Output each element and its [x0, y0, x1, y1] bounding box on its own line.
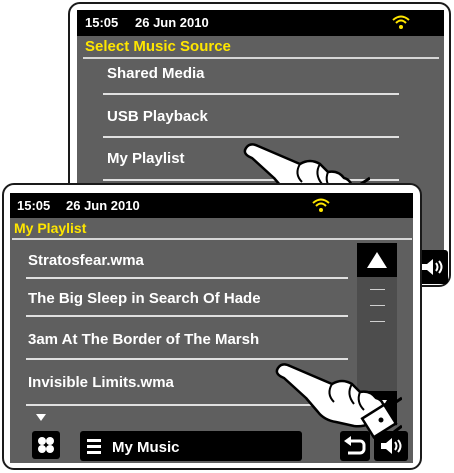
page-title: Select Music Source	[85, 38, 231, 55]
divider	[103, 93, 399, 95]
more-below-indicator	[36, 414, 46, 421]
divider	[26, 315, 348, 317]
menu-item-usb-playback[interactable]: USB Playback	[107, 108, 208, 125]
status-bar: 15:05 26 Jun 2010	[77, 10, 444, 36]
scroll-grip-line	[370, 321, 385, 322]
scroll-up-button[interactable]	[357, 243, 397, 277]
status-date: 26 Jun 2010	[66, 198, 140, 213]
divider	[26, 277, 348, 279]
playlist-item[interactable]: The Big Sleep in Search Of Hade	[28, 290, 261, 307]
playlist-item[interactable]: Stratosfear.wma	[28, 252, 144, 269]
my-music-label: My Music	[112, 439, 180, 456]
wifi-icon	[312, 198, 330, 212]
home-icon	[38, 437, 54, 453]
scroll-up-icon	[367, 252, 387, 268]
playlist-item[interactable]: 3am At The Border of The Marsh	[28, 331, 259, 348]
title-divider	[12, 238, 412, 240]
my-music-button[interactable]: My Music	[80, 431, 302, 461]
scroll-grip-line	[370, 305, 385, 306]
pointing-hand-icon	[275, 363, 402, 439]
status-time: 15:05	[85, 15, 119, 30]
wifi-icon	[392, 15, 410, 29]
status-bar: 15:05 26 Jun 2010	[10, 193, 413, 218]
title-divider	[83, 57, 439, 59]
menu-item-shared-media[interactable]: Shared Media	[107, 65, 205, 82]
home-button[interactable]	[32, 431, 60, 459]
page-title: My Playlist	[14, 220, 87, 236]
status-date: 26 Jun 2010	[135, 15, 209, 30]
menu-item-my-playlist[interactable]: My Playlist	[107, 150, 185, 167]
status-time: 15:05	[17, 198, 51, 213]
scroll-grip-line	[370, 289, 385, 290]
playlist-item[interactable]: Invisible Limits.wma	[28, 374, 174, 391]
